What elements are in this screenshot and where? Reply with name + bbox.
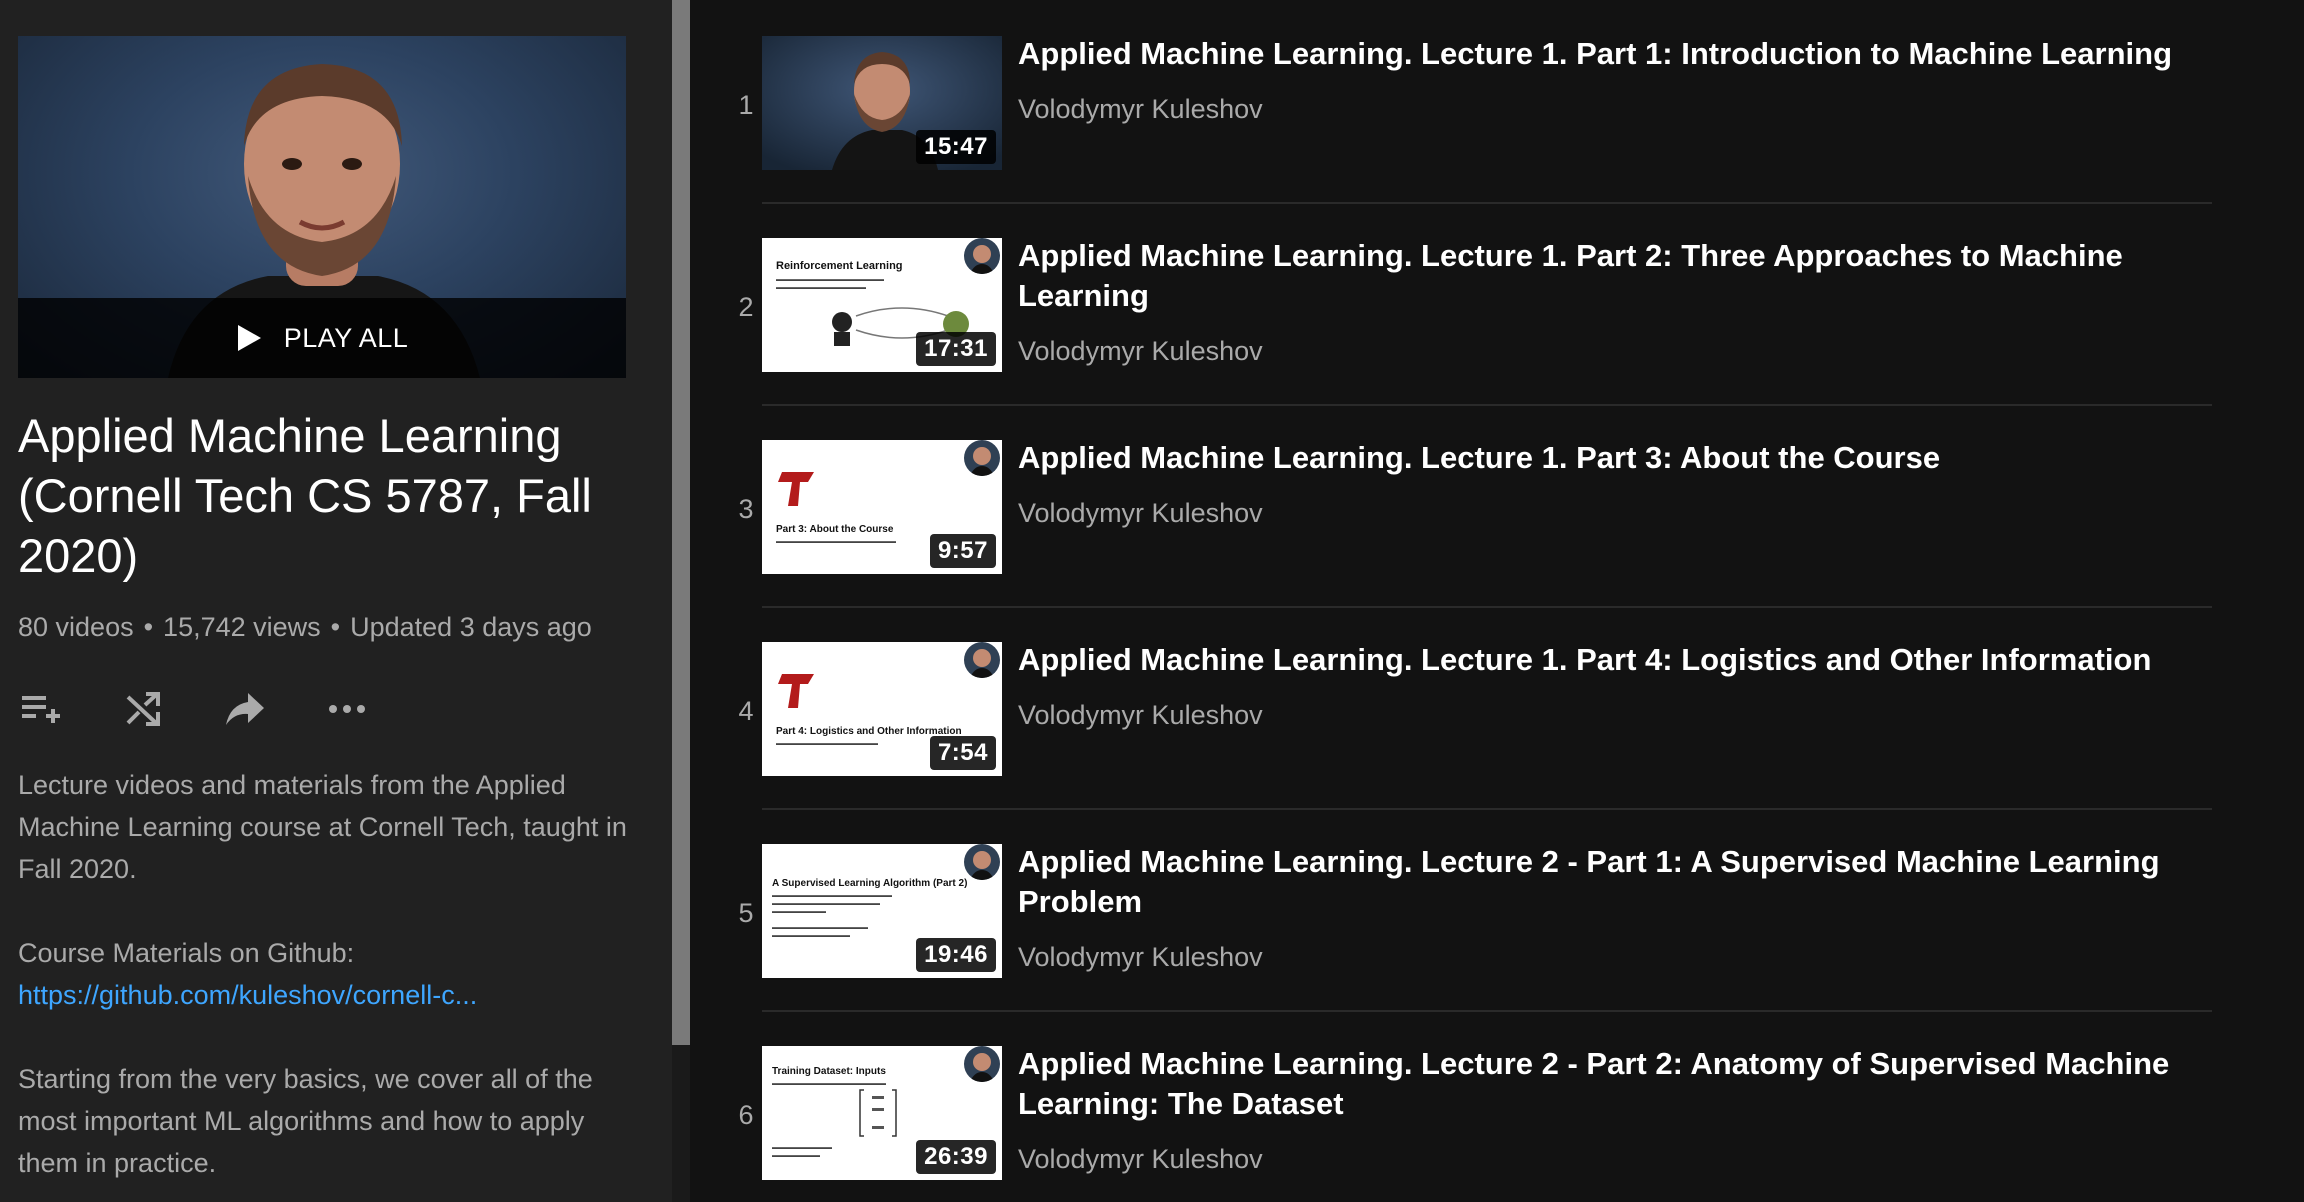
playlist-video-item[interactable]: 6 Training Dataset: Inputs ▬▬▬▬▬▬▬▬▬▬▬▬▬… bbox=[690, 1010, 2304, 1202]
slide-title: A Supervised Learning Algorithm (Part 2) bbox=[772, 878, 968, 889]
channel-avatar bbox=[964, 440, 1000, 476]
updated-time: Updated 3 days ago bbox=[350, 612, 592, 642]
vector-diagram bbox=[859, 1089, 897, 1137]
stats-separator: • bbox=[143, 612, 154, 642]
playlist-actions bbox=[18, 686, 370, 732]
play-icon bbox=[237, 325, 261, 351]
slide-body: ▬▬▬▬▬▬▬▬▬▬▬▬▬▬▬▬▬▬ ▬▬▬▬▬▬▬▬▬▬▬▬▬▬▬ bbox=[776, 277, 884, 291]
video-title[interactable]: Applied Machine Learning. Lecture 2 - Pa… bbox=[1018, 1044, 2218, 1124]
video-duration: 19:46 bbox=[916, 938, 996, 972]
channel-name[interactable]: Volodymyr Kuleshov bbox=[1018, 498, 1263, 529]
description-intro: Lecture videos and materials from the Ap… bbox=[18, 770, 627, 884]
video-thumbnail[interactable]: Part 3: About the Course ▬▬▬▬▬▬▬▬▬▬▬▬▬▬▬… bbox=[762, 440, 1002, 574]
video-thumbnail[interactable]: Training Dataset: Inputs ▬▬▬▬▬▬▬▬▬▬▬▬▬▬▬… bbox=[762, 1046, 1002, 1180]
video-title[interactable]: Applied Machine Learning. Lecture 1. Par… bbox=[1018, 236, 2218, 316]
share-icon bbox=[226, 693, 264, 725]
playlist-video-item[interactable]: 2 Reinforcement Learning ▬▬▬▬▬▬▬▬▬▬▬▬▬▬▬… bbox=[690, 202, 2304, 406]
more-options-button[interactable] bbox=[324, 686, 370, 732]
view-count: 15,742 views bbox=[163, 612, 321, 642]
playlist-page: PLAY ALL Applied Machine Learning (Corne… bbox=[0, 0, 2304, 1202]
video-title[interactable]: Applied Machine Learning. Lecture 1. Par… bbox=[1018, 34, 2218, 74]
channel-avatar bbox=[964, 642, 1000, 678]
video-duration: 9:57 bbox=[929, 534, 996, 568]
video-index: 5 bbox=[738, 898, 754, 928]
playlist-title: Applied Machine Learning (Cornell Tech C… bbox=[18, 409, 592, 582]
playlist-video-item[interactable]: 5 A Supervised Learning Algorithm (Part … bbox=[690, 808, 2304, 1012]
video-thumbnail[interactable]: Reinforcement Learning ▬▬▬▬▬▬▬▬▬▬▬▬▬▬▬▬▬… bbox=[762, 238, 1002, 372]
video-index: 6 bbox=[738, 1100, 754, 1130]
channel-avatar bbox=[964, 1046, 1000, 1082]
slide-body: ▬▬▬▬▬▬▬▬▬▬▬▬▬▬▬▬▬▬▬▬ ▬▬▬▬▬▬▬▬▬▬▬▬▬▬▬▬▬▬ ▬▬… bbox=[772, 893, 892, 939]
video-duration: 15:47 bbox=[916, 130, 996, 164]
playlist-video-item[interactable]: 1 15:47 Applied Machine Learning. Lectur… bbox=[690, 0, 2304, 204]
more-icon bbox=[329, 705, 365, 713]
cornell-tech-logo-icon bbox=[778, 674, 814, 708]
slide-body: ▬▬▬▬▬▬▬▬▬▬▬▬▬▬▬▬▬ bbox=[776, 741, 878, 747]
course-materials-label: Course Materials on Github: bbox=[18, 938, 355, 968]
playlist-video-item[interactable]: 4 Part 4: Logistics and Other Informatio… bbox=[690, 606, 2304, 810]
video-index: 4 bbox=[738, 696, 754, 726]
shuffle-icon bbox=[126, 692, 160, 726]
channel-avatar bbox=[964, 844, 1000, 880]
playlist-stats: 80 videos • 15,742 views • Updated 3 day… bbox=[18, 612, 592, 643]
playlist-hero-thumbnail[interactable]: PLAY ALL bbox=[18, 36, 626, 378]
video-title[interactable]: Applied Machine Learning. Lecture 1. Par… bbox=[1018, 438, 2218, 478]
course-materials-block: Course Materials on Github: https://gith… bbox=[18, 932, 638, 1016]
video-duration: 7:54 bbox=[929, 736, 996, 770]
playlist-video-item[interactable]: 3 Part 3: About the Course ▬▬▬▬▬▬▬▬▬▬▬▬▬… bbox=[690, 404, 2304, 608]
channel-name[interactable]: Volodymyr Kuleshov bbox=[1018, 94, 1263, 125]
add-to-queue-button[interactable] bbox=[18, 686, 64, 732]
playlist-description: Lecture videos and materials from the Ap… bbox=[18, 764, 638, 1202]
channel-name[interactable]: Volodymyr Kuleshov bbox=[1018, 942, 1263, 973]
sidebar-scrollbar-thumb[interactable] bbox=[672, 0, 690, 1045]
video-duration: 17:31 bbox=[916, 332, 996, 366]
slide-title: Reinforcement Learning bbox=[776, 260, 903, 272]
video-title[interactable]: Applied Machine Learning. Lecture 1. Par… bbox=[1018, 640, 2218, 680]
sidebar-scrollbar-track bbox=[672, 1045, 690, 1202]
play-all-label: PLAY ALL bbox=[283, 322, 409, 353]
video-index: 3 bbox=[738, 494, 754, 524]
slide-title: Part 3: About the Course bbox=[776, 524, 894, 535]
channel-avatar bbox=[964, 238, 1000, 274]
video-thumbnail[interactable]: Part 4: Logistics and Other Information … bbox=[762, 642, 1002, 776]
video-thumbnail[interactable]: A Supervised Learning Algorithm (Part 2)… bbox=[762, 844, 1002, 978]
video-count: 80 videos bbox=[18, 612, 134, 642]
slide-title: Training Dataset: Inputs bbox=[772, 1066, 886, 1077]
shuffle-button[interactable] bbox=[120, 686, 166, 732]
share-button[interactable] bbox=[222, 686, 268, 732]
playlist-sidebar: PLAY ALL Applied Machine Learning (Corne… bbox=[0, 0, 672, 1202]
slide-body: ▬▬▬▬▬▬▬▬▬▬▬▬▬▬▬▬▬▬▬▬ bbox=[776, 539, 896, 545]
play-all-button[interactable]: PLAY ALL bbox=[18, 298, 626, 378]
video-thumbnail[interactable]: 15:47 bbox=[762, 36, 1002, 170]
video-title[interactable]: Applied Machine Learning. Lecture 2 - Pa… bbox=[1018, 842, 2218, 922]
video-duration: 26:39 bbox=[916, 1140, 996, 1174]
description-summary: Starting from the very basics, we cover … bbox=[18, 1064, 593, 1178]
video-index: 2 bbox=[738, 292, 754, 322]
channel-name[interactable]: Volodymyr Kuleshov bbox=[1018, 1144, 1263, 1175]
channel-name[interactable]: Volodymyr Kuleshov bbox=[1018, 700, 1263, 731]
video-index: 1 bbox=[738, 90, 754, 120]
slide-footer: ▬▬▬▬▬▬▬▬▬▬ ▬▬▬▬▬▬▬▬ bbox=[772, 1145, 832, 1159]
playlist-video-list: 1 15:47 Applied Machine Learning. Lectur… bbox=[690, 0, 2304, 1202]
channel-name[interactable]: Volodymyr Kuleshov bbox=[1018, 336, 1263, 367]
cornell-tech-logo-icon bbox=[778, 472, 814, 506]
slide-body: ▬▬▬▬▬▬▬▬▬▬▬▬▬▬▬▬▬▬▬ bbox=[772, 1081, 886, 1087]
stats-separator: • bbox=[330, 612, 341, 642]
add-to-queue-icon bbox=[22, 696, 60, 723]
course-materials-link[interactable]: https://github.com/kuleshov/cornell-c... bbox=[18, 974, 638, 1016]
